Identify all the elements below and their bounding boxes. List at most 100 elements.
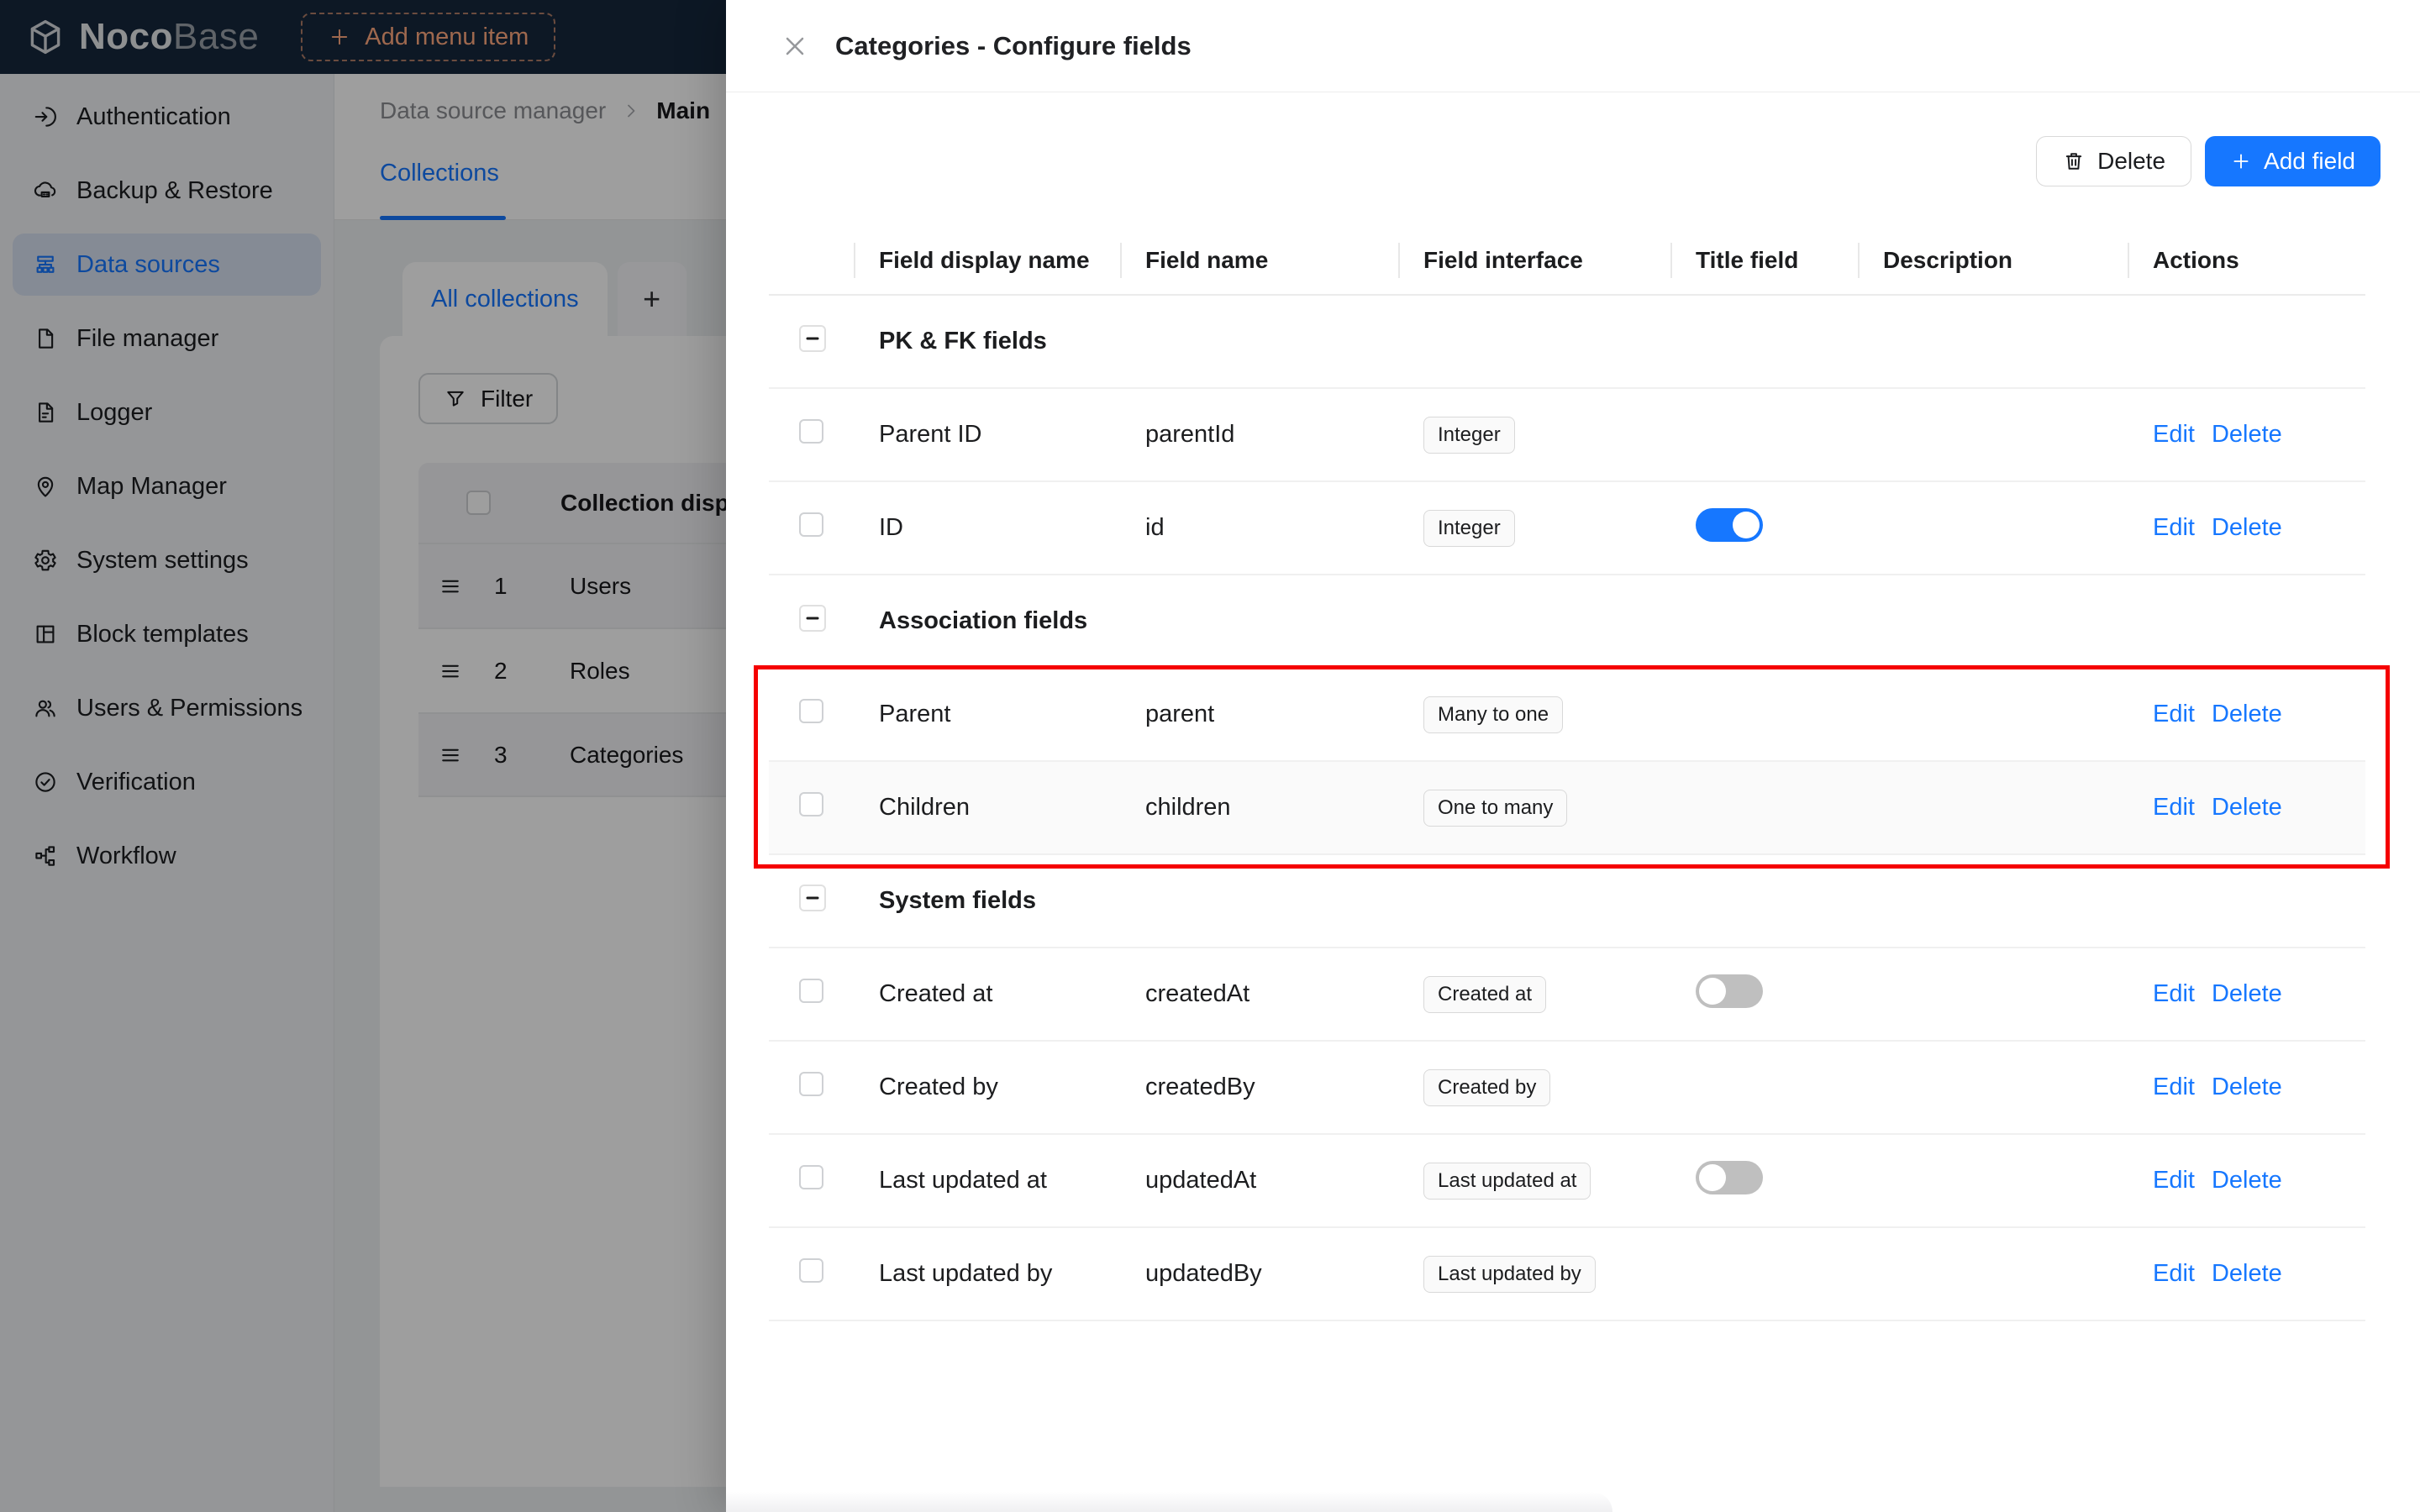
row-checkbox[interactable] <box>799 792 823 816</box>
trash-icon <box>2065 153 2082 170</box>
field-interface-tag: Integer <box>1423 509 1515 547</box>
field-name: createdAt <box>1145 980 1250 1007</box>
field-display-name: Last updated at <box>879 1167 1047 1194</box>
row-actions: Edit Delete <box>2153 421 2365 449</box>
close-icon <box>786 37 804 55</box>
delete-link[interactable]: Delete <box>2212 421 2282 449</box>
row-actions: Edit Delete <box>2153 1167 2365 1194</box>
row-checkbox[interactable] <box>799 979 823 1003</box>
edit-link[interactable]: Edit <box>2153 1074 2195 1101</box>
column-actions: Actions <box>2153 247 2239 273</box>
trash-icon <box>2062 150 2086 173</box>
field-name: createdBy <box>1145 1074 1255 1100</box>
field-name: updatedBy <box>1145 1260 1262 1287</box>
row-checkbox[interactable] <box>799 512 823 537</box>
delete-link[interactable]: Delete <box>2212 1167 2282 1194</box>
plus-icon <box>2233 154 2249 169</box>
field-row-parent: Parent parent Many to one Edit Delete <box>769 669 2365 762</box>
title-field-toggle[interactable] <box>1696 1160 1763 1194</box>
field-group-row: System fields <box>769 855 2365 948</box>
fields-table: Field display name Field name Field inte… <box>769 227 2365 1321</box>
delete-button-label: Delete <box>2097 148 2166 174</box>
plus-icon <box>2230 150 2252 172</box>
add-field-button[interactable]: Add field <box>2205 136 2381 186</box>
delete-link[interactable]: Delete <box>2212 514 2282 542</box>
title-field-toggle[interactable] <box>1696 974 1763 1008</box>
close-icon[interactable] <box>780 31 810 61</box>
column-field-display-name: Field display name <box>879 247 1145 274</box>
field-interface-tag: Created at <box>1423 975 1547 1013</box>
column-field-interface: Field interface <box>1423 247 1696 274</box>
field-group-label: System fields <box>879 887 1036 914</box>
row-actions: Edit Delete <box>2153 1074 2365 1101</box>
field-display-name: Last updated by <box>879 1260 1053 1287</box>
collapse-group-icon[interactable] <box>799 884 826 911</box>
field-group-label: PK & FK fields <box>879 328 1047 354</box>
row-checkbox[interactable] <box>799 699 823 723</box>
field-interface-tag: Integer <box>1423 416 1515 454</box>
title-field-cell <box>1696 507 1883 549</box>
field-name: children <box>1145 794 1231 821</box>
edit-link[interactable]: Edit <box>2153 794 2195 822</box>
row-actions: Edit Delete <box>2153 701 2365 728</box>
drawer-bottom-shadow <box>726 1492 1612 1512</box>
row-checkbox[interactable] <box>799 419 823 444</box>
field-name: updatedAt <box>1145 1167 1257 1194</box>
row-checkbox[interactable] <box>799 1165 823 1189</box>
field-row-updatedAt: Last updated at updatedAt Last updated at E… <box>769 1135 2365 1228</box>
field-interface-tag: One to many <box>1423 789 1568 827</box>
drawer-header: Categories - Configure fields <box>726 0 2420 92</box>
field-display-name: Created at <box>879 980 993 1007</box>
field-group-label: Association fields <box>879 607 1088 634</box>
field-group-row: PK & FK fields <box>769 296 2365 389</box>
row-actions: Edit Delete <box>2153 794 2365 822</box>
row-actions: Edit Delete <box>2153 1260 2365 1288</box>
field-name: parentId <box>1145 421 1235 448</box>
field-display-name: Parent ID <box>879 421 982 448</box>
field-display-name: ID <box>879 514 903 541</box>
field-row-parentId: Parent ID parentId Integer Edit Delete <box>769 389 2365 482</box>
configure-fields-drawer: Categories - Configure fields Delete Add… <box>726 0 2420 1512</box>
title-field-cell <box>1696 1160 1883 1201</box>
field-display-name: Children <box>879 794 970 821</box>
title-field-cell <box>1696 974 1883 1015</box>
drawer-title: Categories - Configure fields <box>835 30 1192 60</box>
field-row-id: ID id Integer Edit Delete <box>769 482 2365 575</box>
field-name: parent <box>1145 701 1215 727</box>
field-interface-tag: Many to one <box>1423 696 1564 733</box>
field-row-createdAt: Created at createdAt Created at Edit Delete <box>769 948 2365 1042</box>
delete-link[interactable]: Delete <box>2212 980 2282 1008</box>
collapse-group-icon[interactable] <box>799 604 826 632</box>
column-description: Description <box>1883 247 2153 274</box>
field-interface-tag: Last updated by <box>1423 1255 1596 1293</box>
delete-button[interactable]: Delete <box>2036 136 2192 186</box>
column-field-name: Field name <box>1145 247 1423 274</box>
field-row-updatedBy: Last updated by updatedBy Last updated by E… <box>769 1228 2365 1321</box>
field-display-name: Created by <box>879 1074 998 1100</box>
fields-table-header: Field display name Field name Field inte… <box>769 227 2365 296</box>
delete-link[interactable]: Delete <box>2212 1074 2282 1101</box>
column-title-field: Title field <box>1696 247 1883 274</box>
delete-link[interactable]: Delete <box>2212 701 2282 728</box>
delete-link[interactable]: Delete <box>2212 794 2282 822</box>
edit-link[interactable]: Edit <box>2153 980 2195 1008</box>
field-interface-tag: Last updated at <box>1423 1162 1591 1200</box>
edit-link[interactable]: Edit <box>2153 701 2195 728</box>
row-checkbox[interactable] <box>799 1072 823 1096</box>
row-checkbox[interactable] <box>799 1258 823 1283</box>
field-row-createdBy: Created by createdBy Created by Edit Delete <box>769 1042 2365 1135</box>
field-interface-tag: Created by <box>1423 1068 1551 1106</box>
delete-link[interactable]: Delete <box>2212 1260 2282 1288</box>
collapse-group-icon[interactable] <box>799 324 826 352</box>
edit-link[interactable]: Edit <box>2153 514 2195 542</box>
field-display-name: Parent <box>879 701 951 727</box>
title-field-toggle[interactable] <box>1696 507 1763 542</box>
edit-link[interactable]: Edit <box>2153 1167 2195 1194</box>
field-row-children: Children children One to many Edit Delete <box>769 762 2365 855</box>
field-name: id <box>1145 514 1165 541</box>
row-actions: Edit Delete <box>2153 980 2365 1008</box>
edit-link[interactable]: Edit <box>2153 1260 2195 1288</box>
row-actions: Edit Delete <box>2153 514 2365 542</box>
edit-link[interactable]: Edit <box>2153 421 2195 449</box>
field-group-row: Association fields <box>769 575 2365 669</box>
